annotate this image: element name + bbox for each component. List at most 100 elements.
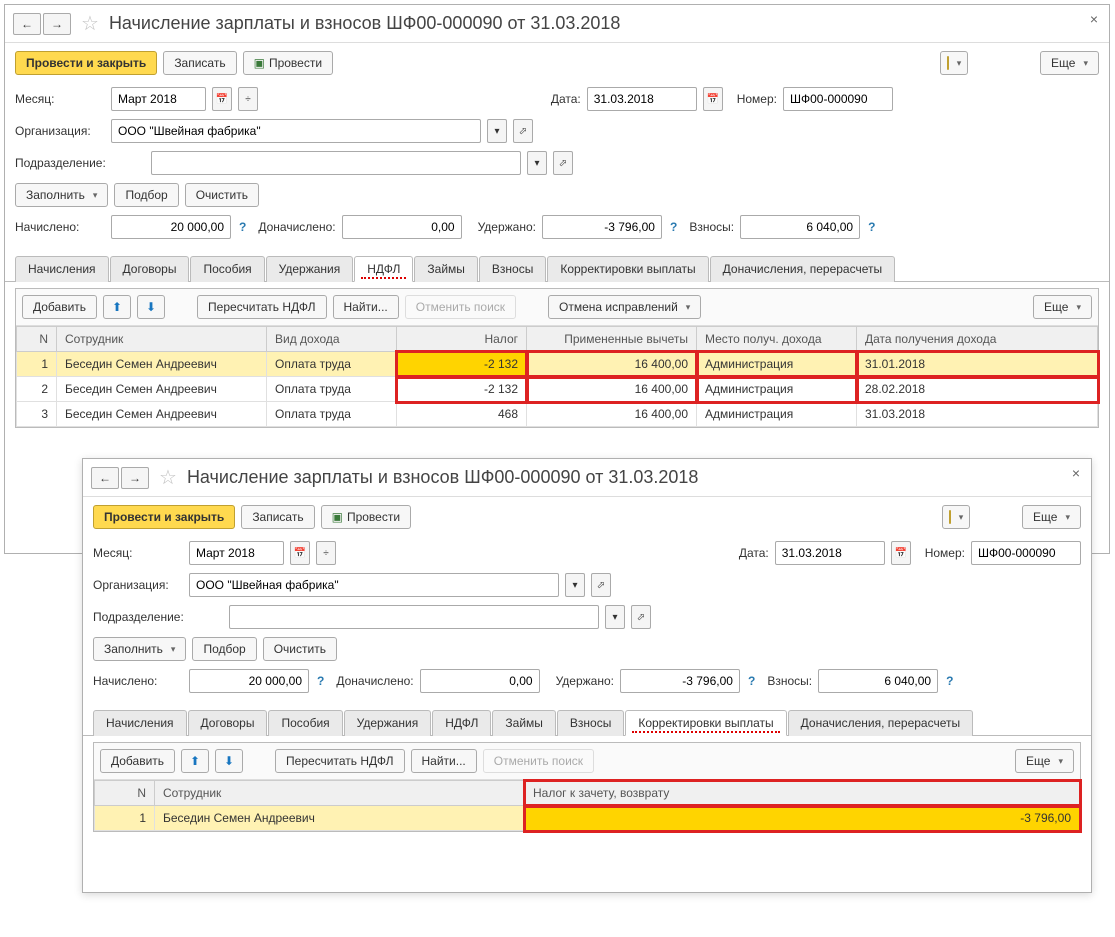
spinner-icon[interactable]: ÷ xyxy=(238,87,258,111)
nav-forward-button[interactable]: → xyxy=(121,467,149,489)
tab-6[interactable]: Взносы xyxy=(479,256,546,282)
help-icon[interactable]: ? xyxy=(317,674,324,688)
table-row[interactable]: 1 Беседин Семен Андреевич -3 796,00 xyxy=(95,806,1080,831)
post-button[interactable]: ▣Провести xyxy=(321,505,411,529)
date-calendar-icon[interactable]: 📅 xyxy=(891,541,911,565)
close-button[interactable]: × xyxy=(1067,465,1085,483)
fill-button[interactable]: Заполнить xyxy=(93,637,186,661)
dropdown-icon[interactable]: ▾ xyxy=(487,119,507,143)
withheld-input[interactable] xyxy=(620,669,740,693)
move-up-button[interactable]: ⬆ xyxy=(181,749,209,773)
tab-3[interactable]: Удержания xyxy=(266,256,354,282)
tab-5[interactable]: Займы xyxy=(414,256,478,282)
add-button[interactable]: Добавить xyxy=(22,295,97,319)
tab-1[interactable]: Договоры xyxy=(188,710,268,736)
tab-5[interactable]: Займы xyxy=(492,710,556,736)
tab-0[interactable]: Начисления xyxy=(15,256,109,282)
calendar-icon[interactable]: 📅 xyxy=(290,541,310,565)
date-input[interactable] xyxy=(775,541,885,565)
ndfl-table[interactable]: NСотрудникВид доходаНалогПримененные выч… xyxy=(16,326,1098,427)
number-input[interactable] xyxy=(783,87,893,111)
add-button[interactable]: Добавить xyxy=(100,749,175,773)
accrued-input[interactable] xyxy=(189,669,309,693)
open-ref-icon[interactable]: ⬀ xyxy=(591,573,611,597)
contrib-input[interactable] xyxy=(818,669,938,693)
dept-open-icon[interactable]: ⬀ xyxy=(631,605,651,629)
table-row[interactable]: 2Беседин Семен АндреевичОплата труда-2 1… xyxy=(17,377,1098,402)
move-down-button[interactable]: ⬇ xyxy=(137,295,165,319)
addl-input[interactable] xyxy=(420,669,540,693)
pick-button[interactable]: Подбор xyxy=(192,637,256,661)
dept-input[interactable] xyxy=(151,151,521,175)
help-icon-3[interactable]: ? xyxy=(868,220,875,234)
clear-button[interactable]: Очистить xyxy=(185,183,259,207)
tab-8[interactable]: Доначисления, перерасчеты xyxy=(710,256,895,282)
save-button[interactable]: Записать xyxy=(163,51,236,75)
org-input[interactable] xyxy=(111,119,481,143)
dropdown-icon[interactable]: ▾ xyxy=(565,573,585,597)
number-input[interactable] xyxy=(971,541,1081,565)
tab-7[interactable]: Корректировки выплаты xyxy=(547,256,708,282)
post-and-close-button[interactable]: Провести и закрыть xyxy=(93,505,235,529)
favorite-icon[interactable]: ☆ xyxy=(159,465,177,490)
tab-4[interactable]: НДФЛ xyxy=(432,710,491,736)
close-button[interactable]: × xyxy=(1085,11,1103,29)
tab-0[interactable]: Начисления xyxy=(93,710,187,736)
tab-2[interactable]: Пособия xyxy=(268,710,342,736)
cancel-fix-button[interactable]: Отмена исправлений xyxy=(548,295,701,319)
date-calendar-icon[interactable]: 📅 xyxy=(703,87,723,111)
table-more-button[interactable]: Еще xyxy=(1015,749,1074,773)
month-input[interactable] xyxy=(111,87,206,111)
dept-dropdown-icon[interactable]: ▾ xyxy=(605,605,625,629)
tab-3[interactable]: Удержания xyxy=(344,710,432,736)
nav-back-button[interactable]: ← xyxy=(13,13,41,35)
dept-input[interactable] xyxy=(229,605,599,629)
pick-button[interactable]: Подбор xyxy=(114,183,178,207)
tab-1[interactable]: Договоры xyxy=(110,256,190,282)
find-button[interactable]: Найти... xyxy=(333,295,399,319)
tab-8[interactable]: Доначисления, перерасчеты xyxy=(788,710,973,736)
tab-2[interactable]: Пособия xyxy=(190,256,264,282)
accrued-input[interactable] xyxy=(111,215,231,239)
nav-back-button[interactable]: ← xyxy=(91,467,119,489)
recalc-button[interactable]: Пересчитать НДФЛ xyxy=(275,749,404,773)
cancel-search-button[interactable]: Отменить поиск xyxy=(405,295,516,319)
org-input[interactable] xyxy=(189,573,559,597)
corrections-table[interactable]: N Сотрудник Налог к зачету, возврату 1 Б… xyxy=(94,780,1080,831)
more-button[interactable]: Еще xyxy=(1040,51,1099,75)
post-and-close-button[interactable]: Провести и закрыть xyxy=(15,51,157,75)
spinner-icon[interactable]: ÷ xyxy=(316,541,336,565)
calendar-icon[interactable]: 📅 xyxy=(212,87,232,111)
fill-button[interactable]: Заполнить xyxy=(15,183,108,207)
withheld-input[interactable] xyxy=(542,215,662,239)
help-icon-2[interactable]: ? xyxy=(748,674,755,688)
post-button[interactable]: ▣Провести xyxy=(243,51,333,75)
contrib-input[interactable] xyxy=(740,215,860,239)
dept-open-icon[interactable]: ⬀ xyxy=(553,151,573,175)
addl-input[interactable] xyxy=(342,215,462,239)
find-button[interactable]: Найти... xyxy=(411,749,477,773)
clear-button[interactable]: Очистить xyxy=(263,637,337,661)
tab-6[interactable]: Взносы xyxy=(557,710,624,736)
table-row[interactable]: 1Беседин Семен АндреевичОплата труда-2 1… xyxy=(17,352,1098,377)
more-button[interactable]: Еще xyxy=(1022,505,1081,529)
save-button[interactable]: Записать xyxy=(241,505,314,529)
help-icon-2[interactable]: ? xyxy=(670,220,677,234)
dept-dropdown-icon[interactable]: ▾ xyxy=(527,151,547,175)
attachments-button[interactable] xyxy=(940,51,968,75)
move-up-button[interactable]: ⬆ xyxy=(103,295,131,319)
open-ref-icon[interactable]: ⬀ xyxy=(513,119,533,143)
help-icon[interactable]: ? xyxy=(239,220,246,234)
help-icon-3[interactable]: ? xyxy=(946,674,953,688)
move-down-button[interactable]: ⬇ xyxy=(215,749,243,773)
recalc-button[interactable]: Пересчитать НДФЛ xyxy=(197,295,326,319)
tab-7[interactable]: Корректировки выплаты xyxy=(625,710,786,736)
table-more-button[interactable]: Еще xyxy=(1033,295,1092,319)
favorite-icon[interactable]: ☆ xyxy=(81,11,99,36)
date-input[interactable] xyxy=(587,87,697,111)
attachments-button[interactable] xyxy=(942,505,970,529)
cancel-search-button[interactable]: Отменить поиск xyxy=(483,749,594,773)
nav-forward-button[interactable]: → xyxy=(43,13,71,35)
tab-4[interactable]: НДФЛ xyxy=(354,256,413,282)
month-input[interactable] xyxy=(189,541,284,565)
